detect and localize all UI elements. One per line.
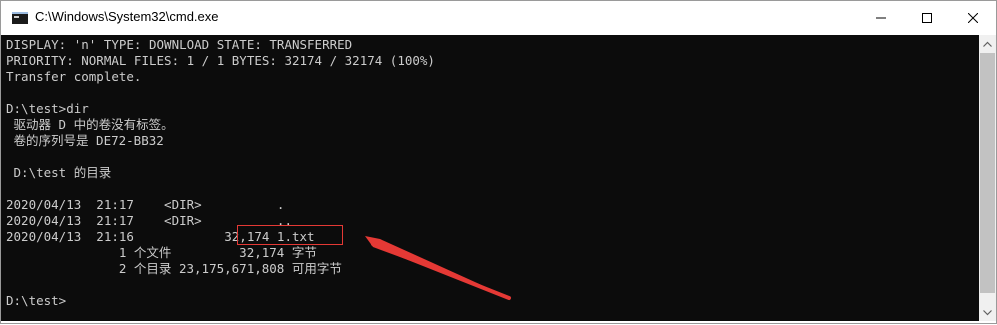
console-line: 驱动器 D 中的卷没有标签。 <box>6 117 174 132</box>
maximize-button[interactable] <box>904 1 950 35</box>
console-line: 1 个文件 32,174 字节 <box>6 245 317 260</box>
close-button[interactable] <box>950 1 996 35</box>
console-output[interactable]: DISPLAY: 'n' TYPE: DOWNLOAD STATE: TRANS… <box>1 35 979 321</box>
highlight-box <box>237 225 343 245</box>
console-line: D:\test>dir <box>6 101 89 116</box>
console-line: PRIORITY: NORMAL FILES: 1 / 1 BYTES: 321… <box>6 53 435 68</box>
close-icon <box>968 13 978 23</box>
console-line: 卷的序列号是 DE72-BB32 <box>6 133 164 148</box>
console-line: D:\test> <box>6 293 67 308</box>
title-bar[interactable]: C:\Windows\System32\cmd.exe <box>1 1 996 35</box>
chevron-down-icon <box>983 309 992 315</box>
minimize-button[interactable] <box>858 1 904 35</box>
console-line: 2020/04/13 21:17 <DIR> . <box>6 197 285 212</box>
scroll-up-button[interactable] <box>979 35 996 52</box>
console-line: Transfer complete. <box>6 69 142 84</box>
scrollbar-thumb[interactable] <box>980 53 995 293</box>
cmd-icon <box>12 12 28 24</box>
chevron-up-icon <box>983 41 992 47</box>
console-line: D:\test 的目录 <box>6 165 112 180</box>
vertical-scrollbar[interactable] <box>979 35 996 321</box>
console-line: DISPLAY: 'n' TYPE: DOWNLOAD STATE: TRANS… <box>6 37 353 52</box>
scroll-down-button[interactable] <box>979 304 996 321</box>
console-line: 2 个目录 23,175,671,808 可用字节 <box>6 261 342 276</box>
maximize-icon <box>922 13 932 23</box>
minimize-icon <box>876 17 886 19</box>
cmd-window: C:\Windows\System32\cmd.exe DISPLAY: 'n'… <box>0 0 997 324</box>
window-title: C:\Windows\System32\cmd.exe <box>35 9 219 24</box>
